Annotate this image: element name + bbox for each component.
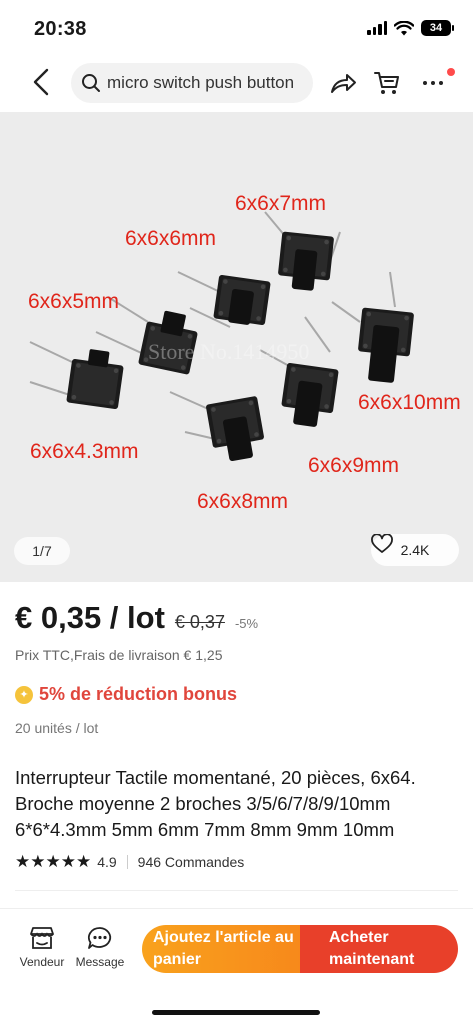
original-price: € 0,37 (174, 612, 225, 632)
bottom-action-bar: Vendeur Message Ajoutez l'article au pan… (0, 908, 473, 988)
store-icon (30, 927, 54, 949)
back-arrow-icon[interactable] (26, 66, 58, 98)
search-query: micro switch push button (107, 73, 295, 92)
label-6x6x7mm: 6x6x7mm (235, 192, 326, 215)
bonus-discount[interactable]: ✦ 5% de réduction bonus (15, 684, 237, 705)
divider (15, 890, 458, 891)
share-icon[interactable] (328, 68, 358, 98)
seller-button[interactable]: Vendeur (10, 925, 74, 969)
coin-icon: ✦ (15, 685, 33, 704)
product-image: Store No.1414950 6x6x7mm 6x6x6mm 6x6x5mm… (28, 192, 461, 513)
orders-count: 946 Commandes (137, 854, 245, 870)
label-6x6x9mm: 6x6x9mm (308, 454, 399, 477)
status-bar: 20:38 34 (0, 0, 473, 56)
search-header: micro switch push button (0, 56, 473, 110)
product-image-gallery[interactable]: Store No.1414950 6x6x7mm 6x6x6mm 6x6x5mm… (0, 112, 473, 582)
units-per-lot: 20 unités / lot (15, 720, 99, 736)
label-6x6x10mm: 6x6x10mm (358, 391, 461, 414)
label-6x6x4.3mm: 6x6x4.3mm (30, 440, 139, 463)
message-button[interactable]: Message (68, 925, 132, 969)
message-label: Message (75, 955, 125, 969)
rating-score: 4.9 (97, 854, 117, 870)
add-to-cart-button[interactable]: Ajoutez l'article au panier (142, 925, 300, 973)
rating-stars-icon: ★★★★★ (15, 852, 92, 871)
cellular-signal-icon (367, 21, 387, 35)
current-price: € 0,35 / lot (15, 600, 165, 635)
seller-label: Vendeur (19, 955, 65, 969)
search-icon (82, 74, 100, 92)
label-6x6x8mm: 6x6x8mm (197, 490, 288, 513)
label-6x6x5mm: 6x6x5mm (28, 290, 119, 313)
rating-row[interactable]: ★★★★★ 4.9 946 Commandes (15, 852, 244, 872)
cart-icon[interactable] (372, 68, 402, 98)
price-row: € 0,35 / lot € 0,37 -5% (15, 600, 258, 636)
image-pager: 1/7 (14, 537, 70, 565)
separator (126, 855, 128, 869)
battery-icon: 34 (421, 20, 454, 36)
wishlist-button[interactable]: 2.4K (371, 534, 459, 566)
notification-dot (447, 68, 455, 76)
more-options-icon[interactable] (418, 68, 448, 98)
buy-now-button[interactable]: Acheter maintenant (300, 925, 458, 973)
product-title: Interrupteur Tactile momentané, 20 pièce… (15, 767, 416, 840)
chat-icon (87, 927, 112, 949)
likes-count: 2.4K (400, 542, 430, 558)
status-icons: 34 (367, 20, 454, 36)
shipping-info: Prix TTC,Frais de livraison € 1,25 (15, 647, 223, 663)
wifi-icon (394, 20, 414, 35)
bonus-label: 5% de réduction bonus (39, 684, 238, 704)
discount-badge: -5% (234, 616, 259, 631)
status-time: 20:38 (34, 18, 87, 40)
heart-icon (371, 534, 393, 553)
home-indicator (152, 1010, 320, 1015)
label-6x6x6mm: 6x6x6mm (125, 227, 216, 250)
image-watermark: Store No.1414950 (148, 339, 309, 364)
search-input[interactable]: micro switch push button (71, 63, 313, 103)
